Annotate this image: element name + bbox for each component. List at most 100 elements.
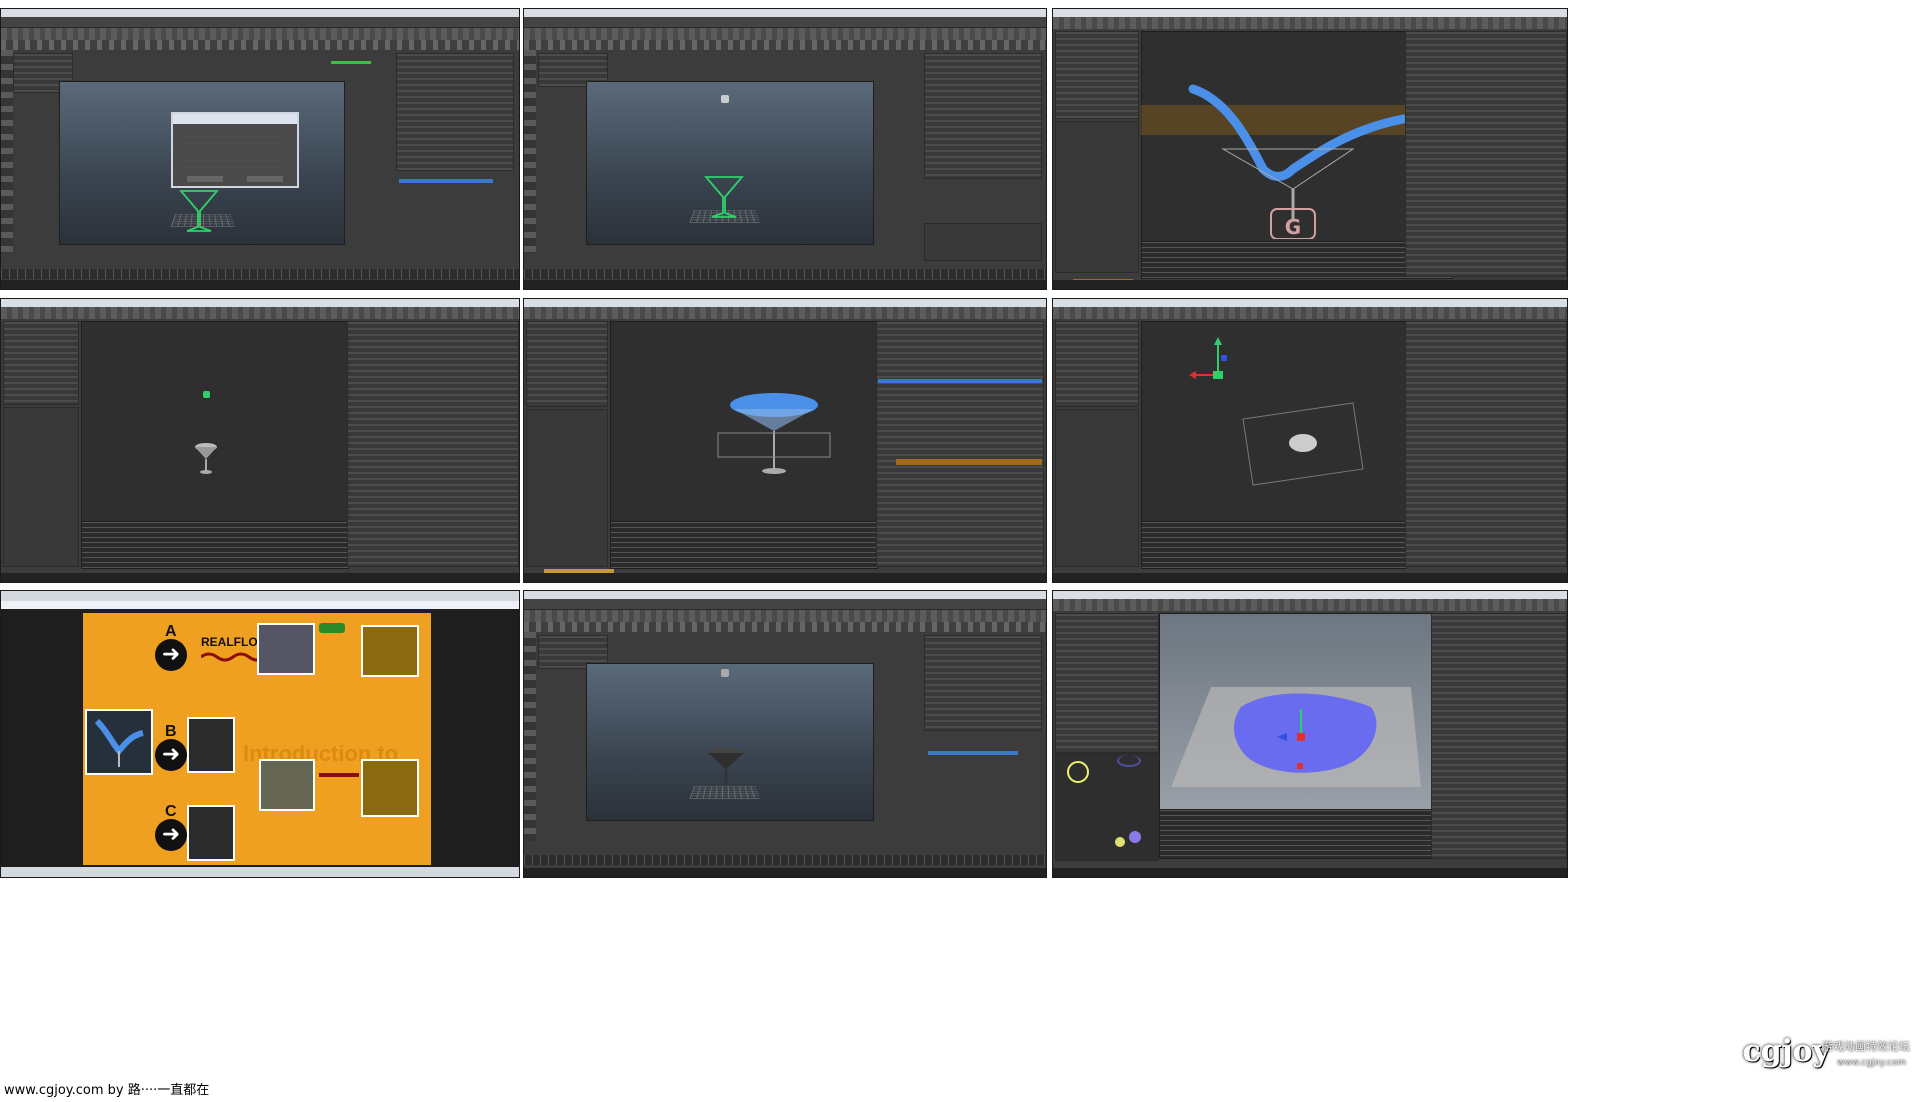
node-params-panel (347, 321, 519, 567)
node-dot-icon[interactable] (1115, 837, 1125, 847)
browser-tabbar[interactable] (1, 591, 519, 601)
logo-wave-icon (201, 652, 263, 662)
window-titlebar (524, 591, 1046, 599)
menu-bar[interactable] (524, 599, 1046, 610)
toolbar[interactable] (1053, 599, 1567, 611)
taskbar[interactable] (1, 867, 519, 877)
footer-caption: www.cgjoy.com by 路····一直都在 (0, 1080, 1920, 1102)
emitter-icon (203, 391, 210, 398)
menu-bar[interactable] (1, 17, 519, 28)
tile-realflow-gizmo (1052, 298, 1568, 583)
shelf-toolbar[interactable] (524, 28, 1046, 40)
shelf-toolbar[interactable] (1, 28, 519, 40)
attribute-editor (396, 53, 514, 171)
maya-thumbnail-b (259, 759, 315, 811)
toolbar[interactable] (524, 307, 1046, 319)
messages-console (81, 521, 349, 569)
wire-box-icon (1242, 402, 1364, 486)
status-text (331, 61, 371, 64)
nodes-panel (3, 321, 79, 405)
watermark-url: www.cgjoy.com (1837, 1058, 1906, 1068)
arrow-a-icon: ➜ (155, 639, 187, 671)
particle-crown-icon (717, 393, 831, 474)
selected-param[interactable] (878, 379, 1042, 383)
export-button[interactable] (187, 176, 223, 182)
tool-sidebar[interactable] (524, 632, 536, 841)
time-slider[interactable] (1, 269, 519, 279)
splash-thumbnail (85, 709, 153, 775)
node-circle-icon[interactable] (1067, 761, 1089, 783)
glass-icon (195, 443, 217, 474)
transform-gizmo-icon (1189, 337, 1227, 379)
toolbar[interactable] (1, 307, 519, 319)
render-thumbnail-a (361, 625, 419, 677)
export-dialog[interactable] (171, 112, 299, 188)
node-params-panel (876, 321, 1044, 567)
tile-realflow-mesh (1052, 590, 1568, 878)
emitter-icon (721, 95, 729, 103)
tile-realflow-emitter (0, 298, 520, 583)
toolbar[interactable] (1053, 17, 1567, 29)
cgjoy-watermark: cgjoy (1742, 1034, 1830, 1069)
menu-bar[interactable] (524, 17, 1046, 28)
nodes-panel (1055, 613, 1159, 753)
tile-maya-export-dialog (0, 8, 520, 290)
tool-sidebar[interactable] (1, 50, 13, 253)
martini-glass-icon (704, 176, 744, 218)
shelf-icons[interactable] (524, 622, 1046, 632)
realflow-slide: A ➜ REALFLOW B ➜ Introduction to C ➜ (83, 613, 431, 865)
attribute-editor (924, 635, 1042, 731)
status-bar (524, 280, 1046, 289)
arrow-c-icon: ➜ (155, 819, 187, 851)
dialog-titlebar[interactable] (173, 114, 297, 124)
node-circle-icon[interactable] (1117, 755, 1141, 767)
node-params-panel (1405, 31, 1567, 277)
attribute-editor (924, 53, 1042, 179)
global-links-panel (3, 407, 79, 567)
window-titlebar (1, 9, 519, 17)
param-highlight (896, 459, 1042, 465)
messages-console (1159, 809, 1433, 859)
mesh-plane-icon (1171, 687, 1421, 787)
status-bar (1, 280, 519, 289)
tile-maya-render (523, 590, 1047, 878)
glass-thumbnail-b (187, 717, 235, 773)
status-bar (1053, 573, 1567, 582)
viewport-3d[interactable] (81, 321, 349, 523)
fluid-splash-icon: G (1188, 84, 1408, 239)
time-slider[interactable] (524, 269, 1046, 279)
selected-item[interactable] (399, 179, 493, 183)
window-titlebar (1053, 9, 1567, 17)
messages-console (1141, 521, 1407, 569)
window-titlebar (524, 299, 1046, 307)
svg-text:G: G (1285, 215, 1301, 239)
shelf-toolbar[interactable] (524, 610, 1046, 622)
outliner-panel (924, 223, 1042, 261)
time-slider[interactable] (524, 855, 1046, 865)
shelf-icons[interactable] (524, 40, 1046, 50)
global-links-panel (1055, 409, 1139, 567)
tile-maya-glass (523, 8, 1047, 290)
connector-line (319, 773, 359, 777)
status-bar (524, 573, 1046, 582)
tool-sidebar[interactable] (524, 50, 536, 253)
address-bar[interactable] (1, 601, 519, 609)
node-dot-icon[interactable] (1129, 831, 1141, 843)
maya-thumbnail (257, 623, 315, 675)
martini-glass-icon (179, 190, 219, 232)
blue-splash-icon (94, 718, 144, 767)
status-bar (1, 573, 519, 582)
nodes-panel (1055, 31, 1139, 119)
window-titlebar (1, 299, 519, 307)
screenshot-grid: G A ➜ REALFLOW B ➜ Introduction to C ➜ c… (0, 0, 1920, 1078)
watermark-subtitle: 游戏动画特效论坛 (1822, 1040, 1910, 1053)
node-params-panel (1405, 321, 1567, 567)
shelf-icons[interactable] (1, 40, 519, 50)
arrow-b-icon: ➜ (155, 739, 187, 771)
dialog-options[interactable] (181, 130, 281, 174)
toolbar[interactable] (1053, 307, 1567, 319)
nodes-panel (1055, 321, 1139, 407)
cancel-button[interactable] (247, 176, 283, 182)
selected-item[interactable] (928, 751, 1018, 755)
window-titlebar (524, 9, 1046, 17)
